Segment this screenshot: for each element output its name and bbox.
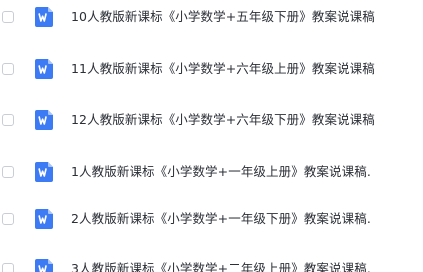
file-name[interactable]: 10人教版新课标《小学数学+五年级下册》教案说课稿 [71,1,375,33]
file-name[interactable]: 3人教版新课标《小学数学+二年级上册》教案说课稿. [71,253,371,272]
list-item[interactable]: 11人教版新课标《小学数学+六年级上册》教案说课稿 [0,53,423,85]
word-doc-icon [35,7,53,27]
word-doc-icon [35,162,53,182]
list-item[interactable]: 2人教版新课标《小学数学+一年级下册》教案说课稿. [0,203,423,235]
file-name[interactable]: 1人教版新课标《小学数学+一年级上册》教案说课稿. [71,156,371,188]
word-doc-icon [35,209,53,229]
list-item[interactable]: 10人教版新课标《小学数学+五年级下册》教案说课稿 [0,1,423,33]
row-checkbox[interactable] [2,213,14,225]
row-checkbox[interactable] [2,114,14,126]
row-checkbox[interactable] [2,11,14,23]
list-item[interactable]: 1人教版新课标《小学数学+一年级上册》教案说课稿. [0,156,423,188]
file-name[interactable]: 12人教版新课标《小学数学+六年级下册》教案说课稿 [71,104,375,136]
list-item[interactable]: 3人教版新课标《小学数学+二年级上册》教案说课稿. [0,253,423,272]
file-name[interactable]: 2人教版新课标《小学数学+一年级下册》教案说课稿. [71,203,371,235]
row-checkbox[interactable] [2,166,14,178]
word-doc-icon [35,259,53,272]
row-checkbox[interactable] [2,263,14,272]
file-list: 10人教版新课标《小学数学+五年级下册》教案说课稿 11人教版新课标《小学数学+… [0,0,423,272]
word-doc-icon [35,59,53,79]
row-checkbox[interactable] [2,63,14,75]
list-item[interactable]: 12人教版新课标《小学数学+六年级下册》教案说课稿 [0,104,423,136]
file-name[interactable]: 11人教版新课标《小学数学+六年级上册》教案说课稿 [71,53,375,85]
word-doc-icon [35,110,53,130]
